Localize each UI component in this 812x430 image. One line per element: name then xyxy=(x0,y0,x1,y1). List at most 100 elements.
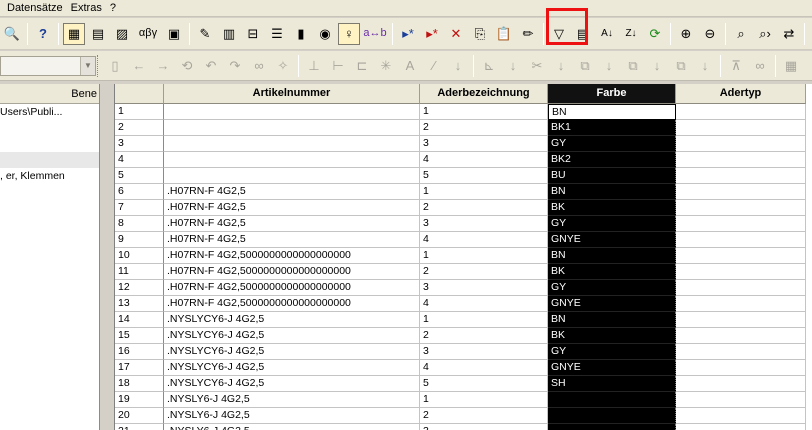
row-number-cell[interactable]: 19 xyxy=(115,392,164,408)
chevron-down-icon[interactable]: ▼ xyxy=(80,56,95,75)
farbe-cell[interactable]: BN xyxy=(548,248,676,264)
table-row[interactable]: 16 .NYSLYCY6-J 4G2,5 3 GY xyxy=(115,344,806,360)
row-number-cell[interactable]: 5 xyxy=(115,168,164,184)
adertyp-cell[interactable] xyxy=(676,152,806,168)
zoom-out-icon[interactable]: ⊖ xyxy=(699,23,721,45)
menu-datensaetze[interactable]: Datensätze xyxy=(3,1,67,16)
table-row[interactable]: 21.NYSLY6-J 4G2,53 xyxy=(115,424,806,430)
terminal-icon[interactable]: ▮ xyxy=(290,23,312,45)
row-number-cell[interactable]: 16 xyxy=(115,344,164,360)
row-number-cell[interactable]: 1 xyxy=(115,104,164,120)
table-row[interactable]: 18 .NYSLYCY6-J 4G2,5 5 SH xyxy=(115,376,806,392)
farbe-cell[interactable]: GNYE xyxy=(548,360,676,376)
farbe-cell[interactable]: BK1 xyxy=(548,120,676,136)
farbe-cell[interactable] xyxy=(548,424,676,430)
artikelnummer-cell[interactable] xyxy=(164,104,420,120)
zoom-in-icon[interactable]: ⊕ xyxy=(675,23,697,45)
toolbar-handle[interactable] xyxy=(97,54,100,77)
table-row[interactable]: 12 .H07RN-F 4G2,5000000000000000000 3 GY xyxy=(115,280,806,296)
aderbezeichnung-cell[interactable]: 1 xyxy=(420,104,548,120)
farbe-cell[interactable]: BK2 xyxy=(548,152,676,168)
dropdown-icon[interactable]: ↓ xyxy=(694,55,716,77)
row-number-cell[interactable]: 17 xyxy=(115,360,164,376)
tree-item[interactable]: Users\Publi... xyxy=(0,104,99,120)
aderbezeichnung-cell[interactable]: 1 xyxy=(420,248,548,264)
page-copy-icon[interactable]: ⧉ xyxy=(574,55,596,77)
rename-icon[interactable]: a↔b xyxy=(362,23,388,45)
symbol-abc-icon[interactable]: αβγ xyxy=(135,23,161,45)
table-row[interactable]: 2 2 BK1 xyxy=(115,120,806,136)
row-number-cell[interactable]: 15 xyxy=(115,328,164,344)
adertyp-cell[interactable] xyxy=(676,104,806,120)
artikelnummer-cell[interactable]: .NYSLYCY6-J 4G2,5 xyxy=(164,360,420,376)
menu-extras[interactable]: Extras xyxy=(67,1,106,16)
table-row[interactable]: 13 .H07RN-F 4G2,5000000000000000000 4 GNYE xyxy=(115,296,806,312)
interrupt-icon[interactable]: ⊢ xyxy=(327,55,349,77)
sort-ascending-icon[interactable]: A↓ xyxy=(596,23,618,45)
bulb-icon[interactable]: ◉ xyxy=(314,23,336,45)
adertyp-cell[interactable] xyxy=(676,328,806,344)
artikelnummer-cell[interactable]: .H07RN-F 4G2,5000000000000000000 xyxy=(164,280,420,296)
table-row[interactable]: 10 .H07RN-F 4G2,5000000000000000000 1 BN xyxy=(115,248,806,264)
farbe-cell[interactable]: BK xyxy=(548,264,676,280)
tree-item[interactable] xyxy=(0,136,99,152)
dropdown-icon[interactable]: ↓ xyxy=(646,55,668,77)
farbe-cell[interactable]: GY xyxy=(548,344,676,360)
artikelnummer-cell[interactable]: .NYSLY6-J 4G2,5 xyxy=(164,392,420,408)
print-preview-icon[interactable]: 🔍 xyxy=(1,23,23,45)
adertyp-cell[interactable] xyxy=(676,136,806,152)
tree-column-header[interactable]: Bene xyxy=(0,84,99,104)
aderbezeichnung-cell[interactable]: 3 xyxy=(420,136,548,152)
table-row[interactable]: 9 .H07RN-F 4G2,5 4 GNYE xyxy=(115,232,806,248)
adertyp-cell[interactable] xyxy=(676,264,806,280)
insert-copy-icon[interactable]: ▸* xyxy=(421,23,443,45)
table-row[interactable]: 3 3 GY xyxy=(115,136,806,152)
sheet-icon[interactable]: ☰ xyxy=(266,23,288,45)
aderbezeichnung-cell[interactable]: 2 xyxy=(420,120,548,136)
row-number-cell[interactable]: 8 xyxy=(115,216,164,232)
page-icon[interactable]: ▯ xyxy=(104,55,126,77)
row-number-cell[interactable]: 14 xyxy=(115,312,164,328)
farbe-cell[interactable]: GY xyxy=(548,280,676,296)
row-number-cell[interactable]: 3 xyxy=(115,136,164,152)
menu-help[interactable]: ? xyxy=(106,1,120,16)
redo-icon[interactable]: ↷ xyxy=(224,55,246,77)
table-row[interactable]: 5 5 BU xyxy=(115,168,806,184)
farbe-cell[interactable]: BK xyxy=(548,328,676,344)
adertyp-cell[interactable] xyxy=(676,184,806,200)
artikelnummer-cell[interactable]: .H07RN-F 4G2,5000000000000000000 xyxy=(164,248,420,264)
adertyp-cell[interactable] xyxy=(676,360,806,376)
aderbezeichnung-cell[interactable]: 3 xyxy=(420,216,548,232)
adertyp-cell[interactable] xyxy=(676,120,806,136)
symbol-icon[interactable]: ⊼ xyxy=(725,55,747,77)
insert-row-icon[interactable]: ▸* xyxy=(397,23,419,45)
farbe-cell[interactable]: SH xyxy=(548,376,676,392)
copy-icon[interactable]: ⎘ xyxy=(469,23,491,45)
artikelnummer-cell[interactable]: .NYSLY6-J 4G2,5 xyxy=(164,408,420,424)
pane-splitter[interactable] xyxy=(101,84,114,430)
artikelnummer-cell[interactable]: .NYSLYCY6-J 4G2,5 xyxy=(164,344,420,360)
row-number-cell[interactable]: 13 xyxy=(115,296,164,312)
aderbezeichnung-cell[interactable]: 2 xyxy=(420,264,548,280)
row-number-cell[interactable]: 21 xyxy=(115,424,164,430)
farbe-cell[interactable]: BN xyxy=(548,104,676,120)
adertyp-cell[interactable] xyxy=(676,408,806,424)
artikelnummer-cell[interactable]: .NYSLY6-J 4G2,5 xyxy=(164,424,420,430)
cut-icon[interactable]: ✂ xyxy=(526,55,548,77)
row-number-cell[interactable]: 20 xyxy=(115,408,164,424)
delete-row-icon[interactable]: ✕ xyxy=(445,23,467,45)
artikelnummer-cell[interactable]: .H07RN-F 4G2,5 xyxy=(164,200,420,216)
form-view-icon[interactable]: ▤ xyxy=(87,23,109,45)
find-next-icon[interactable]: ⌕› xyxy=(754,23,776,45)
adertyp-cell[interactable] xyxy=(676,216,806,232)
row-number-cell[interactable]: 6 xyxy=(115,184,164,200)
artikelnummer-cell[interactable] xyxy=(164,120,420,136)
edit-icon[interactable]: ✏ xyxy=(517,23,539,45)
dropdown-icon[interactable]: ↓ xyxy=(598,55,620,77)
paste-icon[interactable]: 📋 xyxy=(493,23,515,45)
replace-icon[interactable]: ⇄ xyxy=(778,23,800,45)
aderbezeichnung-cell[interactable]: 1 xyxy=(420,392,548,408)
artikelnummer-cell[interactable]: .NYSLYCY6-J 4G2,5 xyxy=(164,328,420,344)
aderbezeichnung-cell[interactable]: 5 xyxy=(420,168,548,184)
pen-icon[interactable]: ✎ xyxy=(194,23,216,45)
